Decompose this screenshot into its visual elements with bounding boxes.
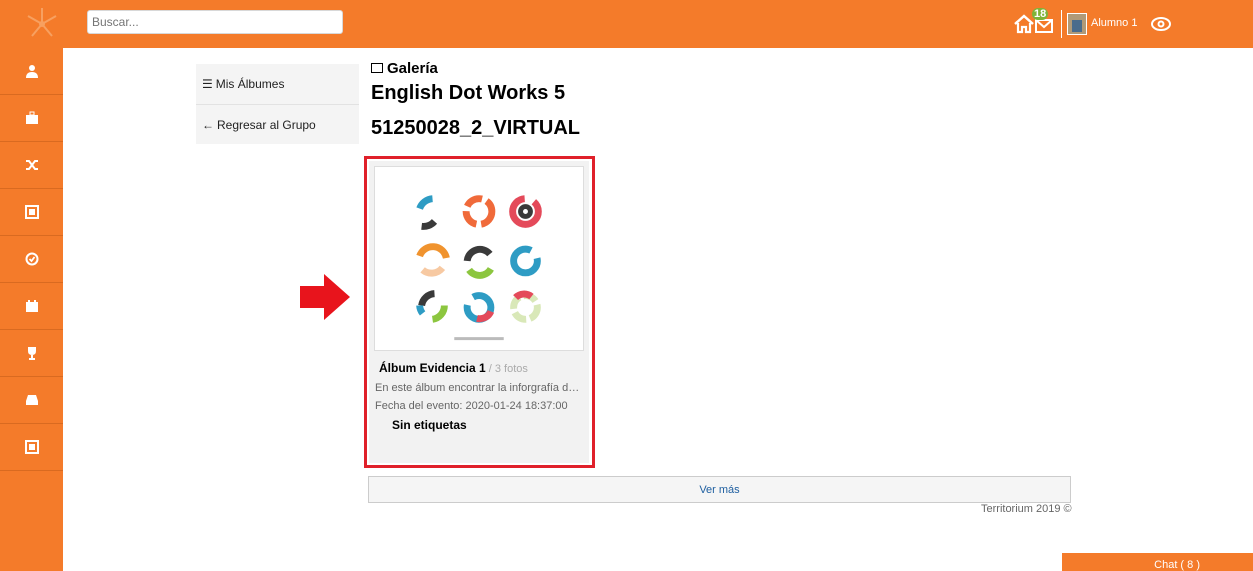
avatar[interactable] bbox=[1067, 13, 1087, 35]
menu-icon: ☰ bbox=[202, 77, 213, 91]
album-tags: Sin etiquetas bbox=[392, 418, 467, 432]
username[interactable]: Alumno 1 bbox=[1091, 17, 1137, 29]
user-icon bbox=[25, 65, 38, 78]
chat-button[interactable]: Chat ( 8 ) bbox=[1062, 553, 1253, 571]
sidebar-item-calendar[interactable] bbox=[0, 283, 63, 330]
load-more-button[interactable]: Ver más bbox=[368, 476, 1071, 503]
image-icon bbox=[371, 63, 383, 73]
sidebar-item-check[interactable] bbox=[0, 236, 63, 283]
album-title[interactable]: Álbum Evidencia 1 / 3 fotos bbox=[379, 361, 528, 375]
top-bar: 18 Alumno 1 bbox=[0, 0, 1253, 48]
shuffle-icon bbox=[25, 160, 38, 170]
course-title: English Dot Works 5 bbox=[371, 82, 566, 104]
group-title: 51250028_2_VIRTUAL bbox=[371, 117, 581, 139]
header-divider bbox=[1061, 10, 1062, 38]
briefcase-icon bbox=[25, 111, 38, 124]
sidebar-item-grid[interactable] bbox=[0, 189, 63, 236]
album-title-text[interactable]: Álbum Evidencia 1 bbox=[379, 361, 486, 375]
sidebar-item-inbox[interactable] bbox=[0, 377, 63, 424]
album-card[interactable]: Álbum Evidencia 1 / 3 fotos En este álbu… bbox=[369, 161, 589, 463]
section-label: Galería bbox=[371, 60, 438, 77]
sidebar-item-book[interactable] bbox=[0, 424, 63, 471]
inbox-icon bbox=[25, 395, 38, 405]
album-description: En este álbum encontrar la inforgrafía d… bbox=[375, 382, 585, 394]
trophy-icon bbox=[27, 347, 36, 360]
nav-back-to-group[interactable]: ← Regresar al Grupo bbox=[196, 104, 359, 144]
calendar-icon bbox=[25, 300, 38, 312]
logo-icon[interactable] bbox=[22, 4, 62, 44]
mail-count-badge: 18 bbox=[1032, 8, 1049, 20]
nav-my-albums[interactable]: ☰ Mis Álbumes bbox=[196, 64, 359, 104]
eye-icon[interactable] bbox=[1150, 15, 1172, 33]
album-nav: ☰ Mis Álbumes ← Regresar al Grupo bbox=[196, 64, 359, 144]
search-input[interactable] bbox=[87, 10, 343, 34]
book-icon bbox=[24, 440, 39, 454]
grid-icon bbox=[24, 205, 39, 219]
section-label-text: Galería bbox=[387, 60, 438, 77]
album-photo-count: / 3 fotos bbox=[485, 363, 528, 375]
arrow-left-icon: ← bbox=[202, 117, 214, 132]
sidebar bbox=[0, 48, 63, 571]
sidebar-item-trophy[interactable] bbox=[0, 330, 63, 377]
nav-back-to-group-label: Regresar al Grupo bbox=[217, 117, 316, 132]
check-circle-icon bbox=[25, 252, 38, 266]
sidebar-item-profile[interactable] bbox=[0, 48, 63, 95]
album-date: Fecha del evento: 2020-01-24 18:37:00 bbox=[375, 400, 568, 412]
sidebar-item-shuffle[interactable] bbox=[0, 142, 63, 189]
home-icon[interactable] bbox=[1013, 14, 1035, 34]
nav-my-albums-label: Mis Álbumes bbox=[215, 77, 285, 91]
red-arrow-icon bbox=[300, 274, 350, 320]
sidebar-item-briefcase[interactable] bbox=[0, 95, 63, 142]
footer-copyright: Territorium 2019 © bbox=[981, 503, 1072, 515]
album-cover-image[interactable] bbox=[374, 166, 584, 351]
